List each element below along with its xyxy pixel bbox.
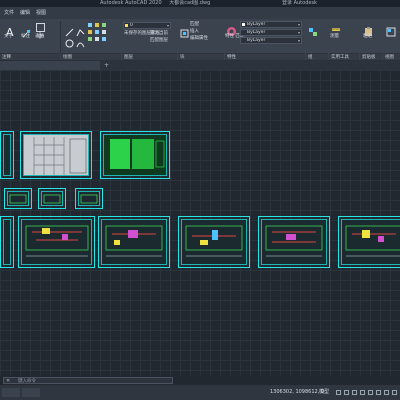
measure-label: 测量 bbox=[330, 34, 339, 39]
dimension-label: 标注 bbox=[21, 34, 30, 39]
arc-tool-icon[interactable] bbox=[76, 33, 85, 48]
layer-current-value: 0 bbox=[130, 23, 133, 28]
floor-plan-sheet[interactable] bbox=[178, 216, 250, 268]
menu-item-file[interactable]: 文件 bbox=[4, 7, 14, 19]
insert-block-icon[interactable] bbox=[180, 23, 189, 38]
menu-bar: 文件 编辑 视图 bbox=[0, 7, 400, 19]
circle-tool-icon[interactable] bbox=[65, 33, 74, 48]
close-icon[interactable]: ✕ bbox=[6, 378, 10, 385]
drawing-sheet[interactable] bbox=[38, 188, 66, 209]
view-panel-title[interactable]: 视图 bbox=[383, 53, 400, 60]
layout-tabs bbox=[0, 385, 60, 400]
table-label: 表格 bbox=[35, 34, 44, 39]
draw-panel-title[interactable]: 绘图 bbox=[61, 53, 121, 60]
signin-link[interactable]: 登录 Autodesk bbox=[282, 0, 317, 7]
line-tool-icon[interactable] bbox=[65, 22, 74, 37]
window-title: Autodesk AutoCAD 2020 大都会cad图.dwg bbox=[100, 0, 210, 7]
text-tool-icon[interactable]: A bbox=[5, 22, 15, 39]
measure-icon[interactable] bbox=[331, 22, 341, 33]
coordinates-readout: 1306302, 1098612, 0 bbox=[270, 389, 325, 395]
dimension-icon[interactable] bbox=[22, 23, 31, 38]
group-icon[interactable] bbox=[308, 22, 318, 36]
block-option-match[interactable]: 匹配 bbox=[190, 22, 199, 28]
polyline-tool-icon[interactable] bbox=[76, 22, 85, 37]
block-panel-title[interactable]: 块 bbox=[178, 53, 224, 60]
lineweight-value: ByLayer bbox=[247, 38, 266, 43]
clipboard-panel-title[interactable]: 剪贴板 bbox=[360, 53, 382, 60]
set-current-option[interactable]: 置为当前 bbox=[150, 31, 168, 37]
title-bar: Autodesk AutoCAD 2020 大都会cad图.dwg 登录 Aut… bbox=[0, 0, 400, 7]
file-tab-strip: + bbox=[0, 61, 400, 70]
command-placeholder: 键入命令 bbox=[18, 379, 36, 384]
lineweight-dropdown[interactable]: ByLayer ▾ bbox=[240, 37, 302, 44]
drawing-canvas[interactable] bbox=[0, 70, 400, 376]
file-name: 大都会cad图.dwg bbox=[169, 0, 211, 6]
annotate-panel-title[interactable]: 注释 bbox=[0, 53, 60, 60]
menu-icon[interactable] bbox=[392, 390, 397, 395]
match-properties-icon[interactable] bbox=[226, 22, 237, 36]
menu-item-view[interactable]: 视图 bbox=[36, 7, 46, 19]
linetype-value: ByLayer bbox=[247, 30, 266, 35]
layer-dropdown[interactable]: 0 ▾ bbox=[123, 22, 171, 29]
drawing-sheet[interactable] bbox=[100, 131, 170, 179]
text-tool-label: 文字 bbox=[4, 34, 13, 39]
linetype-dropdown[interactable]: ByLayer ▾ bbox=[240, 29, 302, 36]
layout-tab[interactable] bbox=[22, 388, 40, 397]
drawing-sheet[interactable] bbox=[4, 188, 32, 209]
polar-icon[interactable] bbox=[360, 390, 365, 395]
drawing-sheet[interactable] bbox=[0, 131, 14, 179]
ribbon-divider bbox=[60, 21, 61, 53]
new-tab-icon[interactable]: + bbox=[104, 61, 109, 70]
command-line: ✕ 键入命令 bbox=[0, 376, 400, 385]
ortho-icon[interactable] bbox=[352, 390, 357, 395]
view-icon[interactable] bbox=[386, 22, 396, 37]
layers-panel-title[interactable]: 图层 bbox=[122, 53, 177, 60]
command-input[interactable]: ✕ 键入命令 bbox=[3, 377, 173, 384]
utilities-panel-title[interactable]: 实用工具 bbox=[329, 53, 359, 60]
osnap-icon[interactable] bbox=[368, 390, 373, 395]
autocad-window: Autodesk AutoCAD 2020 大都会cad图.dwg 登录 Aut… bbox=[0, 0, 400, 400]
customize-icon[interactable] bbox=[384, 390, 389, 395]
floor-plan-sheet[interactable] bbox=[18, 216, 95, 268]
menu-item-edit[interactable]: 编辑 bbox=[20, 7, 30, 19]
floor-plan-sheet[interactable] bbox=[98, 216, 170, 268]
model-space-button[interactable]: 模型 bbox=[319, 385, 329, 400]
match-layer-option[interactable]: 匹配图层 bbox=[150, 38, 168, 44]
paste-label: 粘贴 bbox=[363, 34, 372, 39]
color-dropdown[interactable]: ByLayer ▾ bbox=[240, 21, 302, 28]
table-icon[interactable] bbox=[36, 23, 45, 39]
drawing-sheet[interactable] bbox=[0, 216, 14, 268]
app-title: Autodesk AutoCAD 2020 bbox=[100, 0, 162, 6]
paste-icon[interactable] bbox=[364, 22, 373, 36]
block-option-edit-attr[interactable]: 编辑属性 bbox=[190, 36, 208, 42]
drawing-sheet[interactable] bbox=[20, 131, 92, 179]
color-value: ByLayer bbox=[247, 22, 266, 27]
drawing-sheet[interactable] bbox=[75, 188, 103, 209]
model-layout-tab[interactable] bbox=[2, 388, 20, 397]
status-bar: 1306302, 1098612, 0 模型 bbox=[0, 385, 400, 400]
snap-icon[interactable] bbox=[344, 390, 349, 395]
properties-panel-title[interactable]: 特性 bbox=[225, 53, 305, 60]
floor-plan-sheet[interactable] bbox=[338, 216, 400, 268]
floor-plan-sheet[interactable] bbox=[258, 216, 330, 268]
modify-tools-icon[interactable] bbox=[87, 22, 117, 42]
ribbon: A 文字 标注 表格 注释 绘图 0 ▾ 未保存的图层状态 置为当前 匹配图层 … bbox=[0, 19, 400, 61]
file-tab[interactable] bbox=[0, 61, 100, 70]
grid-icon[interactable] bbox=[336, 390, 341, 395]
block-option-insert[interactable]: 插入 bbox=[190, 29, 199, 35]
lineweight-icon[interactable] bbox=[376, 390, 381, 395]
groups-panel-title[interactable]: 组 bbox=[306, 53, 328, 60]
